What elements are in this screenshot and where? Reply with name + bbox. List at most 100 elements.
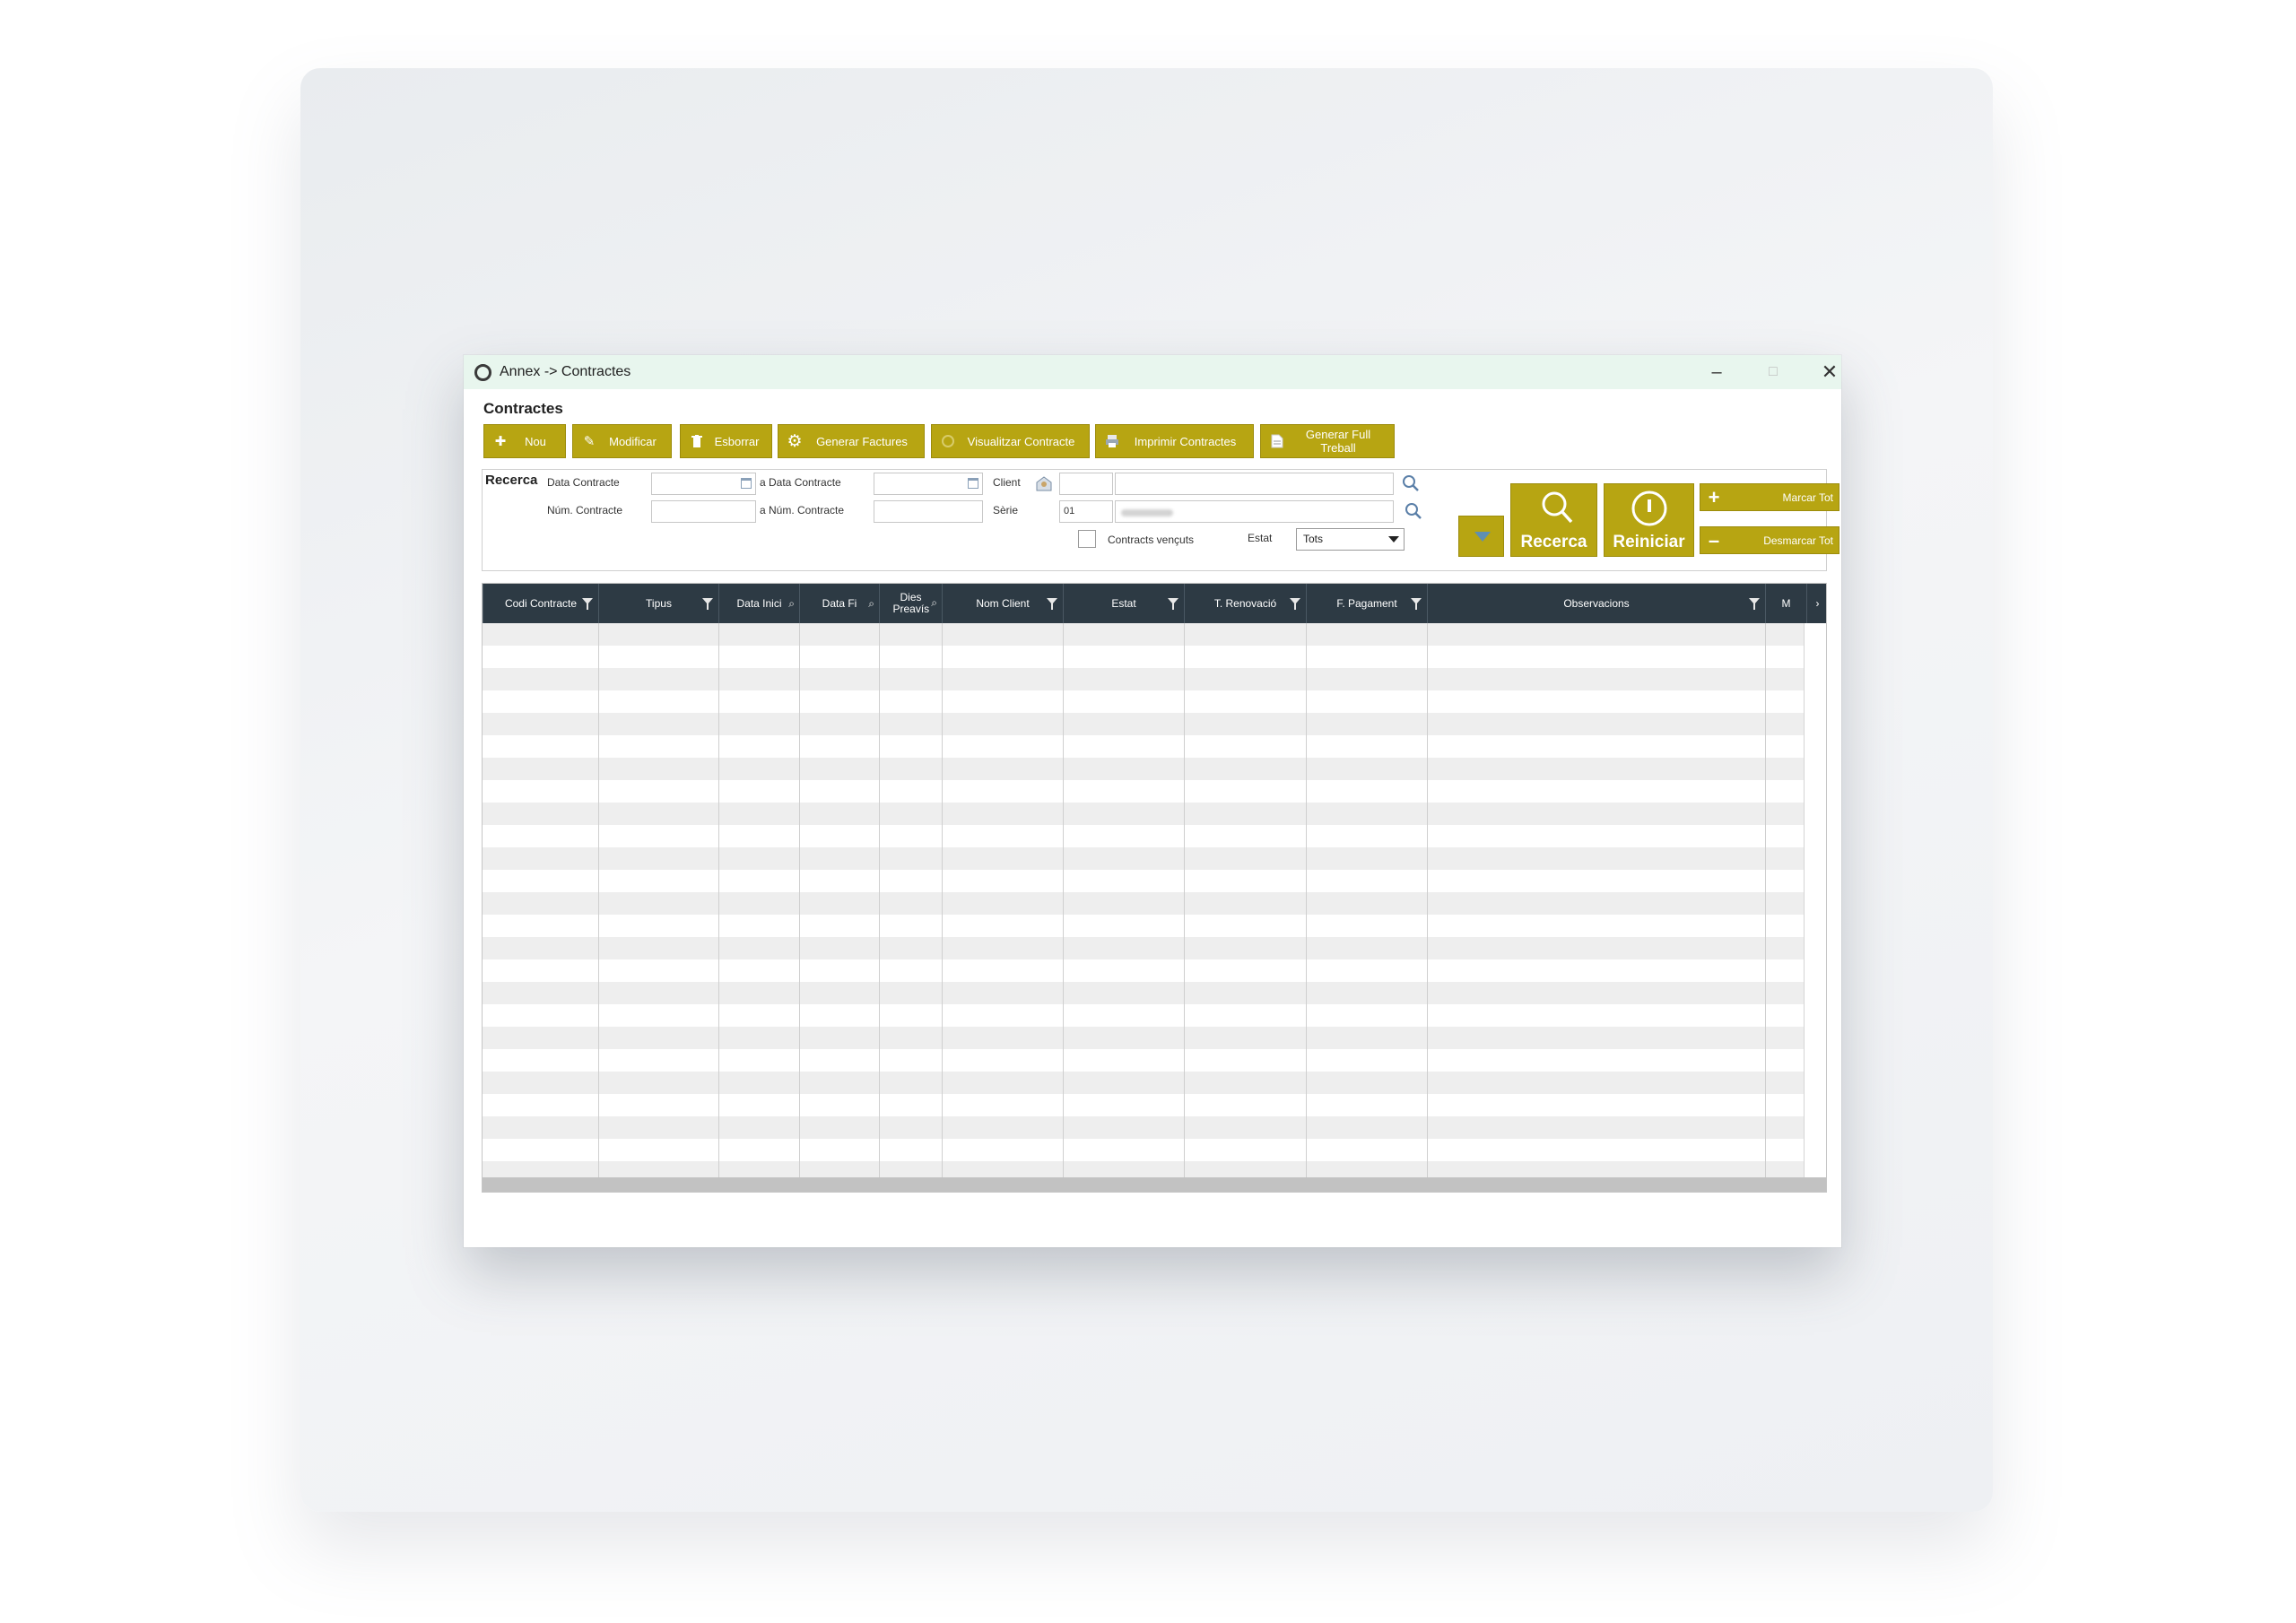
table-row[interactable] bbox=[483, 959, 1806, 982]
filter-icon[interactable] bbox=[1047, 598, 1057, 610]
column-header-nom-client[interactable]: Nom Client bbox=[942, 584, 1063, 623]
search-button-label: Recerca bbox=[1520, 533, 1587, 551]
column-divider bbox=[1765, 623, 1766, 1179]
client-label: Client bbox=[993, 476, 1021, 489]
title-bar: Annex -> Contractes – □ ✕ bbox=[464, 355, 1841, 389]
maximize-button[interactable]: □ bbox=[1746, 355, 1800, 389]
table-row[interactable] bbox=[483, 937, 1806, 959]
generate-invoices-button[interactable]: ⚙ Generar Factures bbox=[778, 424, 925, 458]
table-row[interactable] bbox=[483, 1072, 1806, 1094]
table-row[interactable] bbox=[483, 1139, 1806, 1161]
table-row[interactable] bbox=[483, 690, 1806, 713]
table-row[interactable] bbox=[483, 623, 1806, 646]
column-label: Data Inici bbox=[736, 597, 782, 610]
table-row[interactable] bbox=[483, 1116, 1806, 1139]
reset-button[interactable]: Reiniciar bbox=[1604, 483, 1694, 557]
print-contracts-button[interactable]: Imprimir Contractes bbox=[1095, 424, 1254, 458]
estat-select[interactable]: Tots bbox=[1296, 528, 1405, 551]
table-row[interactable] bbox=[483, 1004, 1806, 1027]
minus-icon: – bbox=[1708, 528, 1720, 551]
serie-name-input[interactable] bbox=[1115, 500, 1394, 523]
reset-button-label: Reiniciar bbox=[1613, 533, 1685, 551]
column-header-f-pagament[interactable]: F. Pagament bbox=[1306, 584, 1427, 623]
minimize-button[interactable]: – bbox=[1690, 355, 1744, 389]
column-header-codi-contracte[interactable]: Codi Contracte bbox=[483, 584, 598, 623]
table-row[interactable] bbox=[483, 735, 1806, 758]
table-row[interactable] bbox=[483, 870, 1806, 892]
column-header-data-inici[interactable]: Data Inici ⌕ bbox=[718, 584, 799, 623]
table-row[interactable] bbox=[483, 915, 1806, 937]
pencil-icon: ✎ bbox=[583, 434, 596, 449]
view-contract-button[interactable]: Visualitzar Contracte bbox=[931, 424, 1090, 458]
new-button-label: Nou bbox=[525, 434, 546, 448]
column-header-observacions[interactable]: Observacions bbox=[1427, 584, 1765, 623]
a-num-contracte-input[interactable] bbox=[874, 500, 983, 523]
column-divider bbox=[1184, 623, 1185, 1179]
data-contracte-input[interactable] bbox=[651, 473, 756, 495]
generate-worksheet-button[interactable]: Generar Full Treball bbox=[1260, 424, 1395, 458]
column-label: Estat bbox=[1111, 597, 1136, 610]
column-header-tipus[interactable]: Tipus bbox=[598, 584, 718, 623]
client-name-input[interactable] bbox=[1115, 473, 1394, 495]
num-contracte-input[interactable] bbox=[651, 500, 756, 523]
table-row[interactable] bbox=[483, 758, 1806, 780]
close-button[interactable]: ✕ bbox=[1803, 355, 1857, 389]
column-header-t-renovacio[interactable]: T. Renovació bbox=[1184, 584, 1306, 623]
app-ring-icon bbox=[474, 363, 491, 381]
search-button[interactable]: Recerca bbox=[1510, 483, 1597, 557]
table-row[interactable] bbox=[483, 780, 1806, 803]
scroll-columns-right[interactable]: › bbox=[1806, 584, 1826, 623]
contracts-vencuts-checkbox[interactable] bbox=[1078, 530, 1096, 548]
calendar-icon[interactable] bbox=[968, 478, 978, 489]
search-icon[interactable]: ⌕ bbox=[788, 597, 795, 611]
table-row[interactable] bbox=[483, 847, 1806, 870]
column-label: Codi Contracte bbox=[504, 597, 578, 610]
modify-button-label: Modificar bbox=[609, 434, 657, 448]
table-row[interactable] bbox=[483, 803, 1806, 825]
column-header-m[interactable]: M bbox=[1765, 584, 1806, 623]
search-icon[interactable]: ⌕ bbox=[931, 597, 937, 609]
column-header-dies-preavis[interactable]: Dies Preavís ⌕ bbox=[879, 584, 942, 623]
table-row[interactable] bbox=[483, 892, 1806, 915]
filter-icon[interactable] bbox=[1749, 598, 1760, 610]
serie-name-redacted bbox=[1121, 509, 1173, 516]
expand-filters-button[interactable] bbox=[1458, 516, 1504, 557]
column-header-estat[interactable]: Estat bbox=[1063, 584, 1184, 623]
filter-icon[interactable] bbox=[1290, 598, 1300, 610]
horizontal-scrollbar[interactable] bbox=[483, 1177, 1826, 1192]
search-icon[interactable]: ⌕ bbox=[868, 597, 874, 611]
table-row[interactable] bbox=[483, 646, 1806, 668]
deselect-all-button[interactable]: – Desmarcar Tot bbox=[1700, 526, 1839, 554]
filter-icon[interactable] bbox=[702, 598, 713, 610]
a-num-contracte-label: a Núm. Contracte bbox=[760, 504, 845, 516]
serie-code-input[interactable]: 01 bbox=[1059, 500, 1113, 523]
table-row[interactable] bbox=[483, 1049, 1806, 1072]
a-data-contracte-input[interactable] bbox=[874, 473, 983, 495]
table-row[interactable] bbox=[483, 668, 1806, 690]
delete-button[interactable]: Esborrar bbox=[680, 424, 772, 458]
filter-icon[interactable] bbox=[1411, 598, 1422, 610]
table-row[interactable] bbox=[483, 1027, 1806, 1049]
vertical-scrollbar[interactable] bbox=[1804, 623, 1826, 1179]
document-icon bbox=[1266, 434, 1288, 448]
table-row[interactable] bbox=[483, 825, 1806, 847]
client-search-icon[interactable] bbox=[1401, 473, 1421, 493]
select-all-button[interactable]: + Marcar Tot bbox=[1700, 483, 1839, 511]
filter-icon[interactable] bbox=[582, 598, 593, 610]
table-row[interactable] bbox=[483, 1094, 1806, 1116]
modify-button[interactable]: ✎ Modificar bbox=[572, 424, 672, 458]
contractes-window: Annex -> Contractes – □ ✕ Contractes ✚ N… bbox=[464, 355, 1841, 1247]
generate-invoices-label: Generar Factures bbox=[816, 434, 908, 448]
client-code-input[interactable] bbox=[1059, 473, 1113, 495]
table-row[interactable] bbox=[483, 713, 1806, 735]
power-icon bbox=[1630, 489, 1669, 534]
grid-body[interactable] bbox=[483, 623, 1806, 1184]
filter-icon[interactable] bbox=[1168, 598, 1178, 610]
window-title: Annex -> Contractes bbox=[500, 364, 631, 379]
table-row[interactable] bbox=[483, 982, 1806, 1004]
serie-search-icon[interactable] bbox=[1404, 501, 1423, 521]
calendar-icon[interactable] bbox=[741, 478, 752, 489]
client-picker-icon[interactable] bbox=[1035, 475, 1053, 496]
new-button[interactable]: ✚ Nou bbox=[483, 424, 566, 458]
column-header-data-fi[interactable]: Data Fi ⌕ bbox=[799, 584, 879, 623]
